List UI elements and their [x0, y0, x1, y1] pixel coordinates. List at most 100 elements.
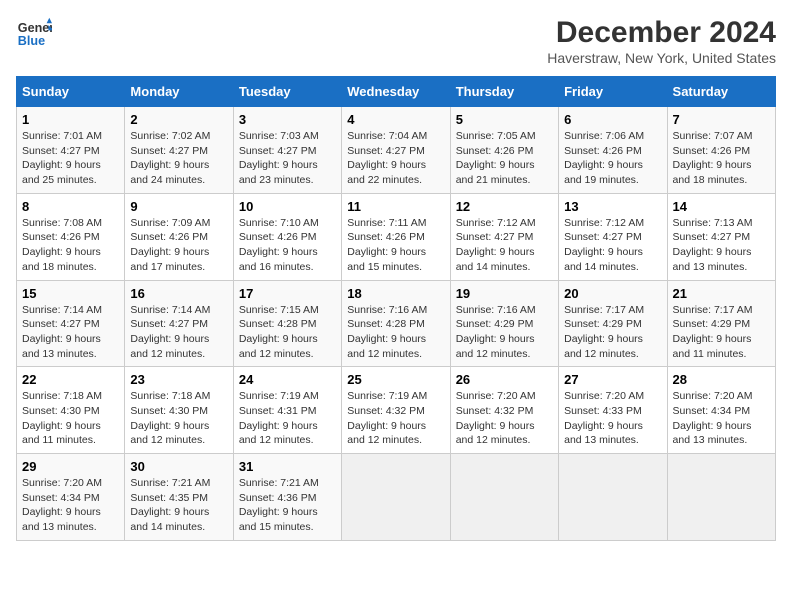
col-header-friday: Friday	[559, 77, 667, 107]
day-number: 22	[22, 372, 119, 387]
day-number: 31	[239, 459, 336, 474]
day-info: Sunrise: 7:12 AMSunset: 4:27 PMDaylight:…	[564, 217, 644, 273]
col-header-wednesday: Wednesday	[342, 77, 450, 107]
day-info: Sunrise: 7:17 AMSunset: 4:29 PMDaylight:…	[564, 304, 644, 360]
day-number: 25	[347, 372, 444, 387]
day-info: Sunrise: 7:16 AMSunset: 4:28 PMDaylight:…	[347, 304, 427, 360]
col-header-sunday: Sunday	[17, 77, 125, 107]
day-cell: 8 Sunrise: 7:08 AMSunset: 4:26 PMDaylight…	[17, 193, 125, 280]
day-number: 8	[22, 199, 119, 214]
day-cell: 5Sunrise: 7:05 AMSunset: 4:26 PMDaylight…	[450, 107, 558, 194]
day-cell: 28Sunrise: 7:20 AMSunset: 4:34 PMDayligh…	[667, 367, 775, 454]
day-info: Sunrise: 7:17 AMSunset: 4:29 PMDaylight:…	[673, 304, 753, 360]
week-row-5: 29Sunrise: 7:20 AMSunset: 4:34 PMDayligh…	[17, 454, 776, 541]
day-cell	[450, 454, 558, 541]
day-number: 19	[456, 286, 553, 301]
day-info: Sunrise: 7:16 AMSunset: 4:29 PMDaylight:…	[456, 304, 536, 360]
day-cell: 23 Sunrise: 7:18 AMSunset: 4:30 PMDayligh…	[125, 367, 233, 454]
header-row: SundayMondayTuesdayWednesdayThursdayFrid…	[17, 77, 776, 107]
logo-icon: General Blue	[16, 16, 52, 52]
day-number: 6	[564, 112, 661, 127]
day-number: 3	[239, 112, 336, 127]
day-info: Sunrise: 7:07 AMSunset: 4:26 PMDaylight:…	[673, 130, 753, 186]
day-number: 11	[347, 199, 444, 214]
day-number: 1	[22, 112, 119, 127]
week-row-4: 22 Sunrise: 7:18 AMSunset: 4:30 PMDayligh…	[17, 367, 776, 454]
day-info: Sunrise: 7:14 AMSunset: 4:27 PMDaylight:…	[130, 304, 210, 360]
day-cell	[667, 454, 775, 541]
title-area: December 2024 Haverstraw, New York, Unit…	[547, 16, 776, 66]
day-number: 12	[456, 199, 553, 214]
day-cell: 13 Sunrise: 7:12 AMSunset: 4:27 PMDayligh…	[559, 193, 667, 280]
day-number: 23	[130, 372, 227, 387]
day-info: Sunrise: 7:01 AMSunset: 4:27 PMDaylight:…	[22, 130, 102, 186]
day-cell: 12Sunrise: 7:12 AMSunset: 4:27 PMDayligh…	[450, 193, 558, 280]
day-info: Sunrise: 7:06 AMSunset: 4:26 PMDaylight:…	[564, 130, 644, 186]
day-cell: 16 Sunrise: 7:14 AMSunset: 4:27 PMDayligh…	[125, 280, 233, 367]
day-number: 27	[564, 372, 661, 387]
day-info: Sunrise: 7:19 AMSunset: 4:32 PMDaylight:…	[347, 390, 427, 446]
col-header-monday: Monday	[125, 77, 233, 107]
day-cell: 17Sunrise: 7:15 AMSunset: 4:28 PMDayligh…	[233, 280, 341, 367]
day-info: Sunrise: 7:08 AMSunset: 4:26 PMDaylight:…	[22, 217, 102, 273]
day-cell: 21 Sunrise: 7:17 AMSunset: 4:29 PMDayligh…	[667, 280, 775, 367]
col-header-tuesday: Tuesday	[233, 77, 341, 107]
day-info: Sunrise: 7:18 AMSunset: 4:30 PMDaylight:…	[22, 390, 102, 446]
col-header-saturday: Saturday	[667, 77, 775, 107]
day-info: Sunrise: 7:21 AMSunset: 4:35 PMDaylight:…	[130, 477, 210, 533]
day-cell: 19 Sunrise: 7:16 AMSunset: 4:29 PMDayligh…	[450, 280, 558, 367]
week-row-2: 8 Sunrise: 7:08 AMSunset: 4:26 PMDaylight…	[17, 193, 776, 280]
day-info: Sunrise: 7:04 AMSunset: 4:27 PMDaylight:…	[347, 130, 427, 186]
day-number: 15	[22, 286, 119, 301]
day-number: 30	[130, 459, 227, 474]
day-cell	[559, 454, 667, 541]
day-cell: 22 Sunrise: 7:18 AMSunset: 4:30 PMDayligh…	[17, 367, 125, 454]
day-cell: 24 Sunrise: 7:19 AMSunset: 4:31 PMDayligh…	[233, 367, 341, 454]
day-info: Sunrise: 7:20 AMSunset: 4:33 PMDaylight:…	[564, 390, 644, 446]
day-info: Sunrise: 7:20 AMSunset: 4:32 PMDaylight:…	[456, 390, 536, 446]
day-number: 10	[239, 199, 336, 214]
day-cell: 2 Sunrise: 7:02 AMSunset: 4:27 PMDaylight…	[125, 107, 233, 194]
day-cell: 20 Sunrise: 7:17 AMSunset: 4:29 PMDayligh…	[559, 280, 667, 367]
day-number: 16	[130, 286, 227, 301]
day-info: Sunrise: 7:11 AMSunset: 4:26 PMDaylight:…	[347, 217, 426, 273]
day-cell: 31Sunrise: 7:21 AMSunset: 4:36 PMDayligh…	[233, 454, 341, 541]
day-cell: 14Sunrise: 7:13 AMSunset: 4:27 PMDayligh…	[667, 193, 775, 280]
day-cell: 25 Sunrise: 7:19 AMSunset: 4:32 PMDayligh…	[342, 367, 450, 454]
day-info: Sunrise: 7:20 AMSunset: 4:34 PMDaylight:…	[673, 390, 753, 446]
day-number: 9	[130, 199, 227, 214]
day-number: 5	[456, 112, 553, 127]
day-number: 24	[239, 372, 336, 387]
day-cell: 6 Sunrise: 7:06 AMSunset: 4:26 PMDaylight…	[559, 107, 667, 194]
day-cell: 1 Sunrise: 7:01 AMSunset: 4:27 PMDaylight…	[17, 107, 125, 194]
day-info: Sunrise: 7:02 AMSunset: 4:27 PMDaylight:…	[130, 130, 210, 186]
day-number: 26	[456, 372, 553, 387]
day-info: Sunrise: 7:19 AMSunset: 4:31 PMDaylight:…	[239, 390, 319, 446]
day-info: Sunrise: 7:18 AMSunset: 4:30 PMDaylight:…	[130, 390, 210, 446]
week-row-1: 1 Sunrise: 7:01 AMSunset: 4:27 PMDaylight…	[17, 107, 776, 194]
day-number: 2	[130, 112, 227, 127]
calendar-table: SundayMondayTuesdayWednesdayThursdayFrid…	[16, 76, 776, 541]
day-cell: 30 Sunrise: 7:21 AMSunset: 4:35 PMDayligh…	[125, 454, 233, 541]
svg-text:Blue: Blue	[18, 34, 45, 48]
day-cell: 10 Sunrise: 7:10 AMSunset: 4:26 PMDayligh…	[233, 193, 341, 280]
day-number: 29	[22, 459, 119, 474]
day-cell: 18 Sunrise: 7:16 AMSunset: 4:28 PMDayligh…	[342, 280, 450, 367]
day-cell: 7Sunrise: 7:07 AMSunset: 4:26 PMDaylight…	[667, 107, 775, 194]
day-cell: 26 Sunrise: 7:20 AMSunset: 4:32 PMDayligh…	[450, 367, 558, 454]
day-number: 21	[673, 286, 770, 301]
day-number: 14	[673, 199, 770, 214]
day-number: 20	[564, 286, 661, 301]
day-number: 18	[347, 286, 444, 301]
day-cell: 15 Sunrise: 7:14 AMSunset: 4:27 PMDayligh…	[17, 280, 125, 367]
day-cell: 29Sunrise: 7:20 AMSunset: 4:34 PMDayligh…	[17, 454, 125, 541]
day-info: Sunrise: 7:09 AMSunset: 4:26 PMDaylight:…	[130, 217, 210, 273]
day-number: 13	[564, 199, 661, 214]
subtitle: Haverstraw, New York, United States	[547, 50, 776, 66]
day-info: Sunrise: 7:14 AMSunset: 4:27 PMDaylight:…	[22, 304, 102, 360]
day-cell: 4Sunrise: 7:04 AMSunset: 4:27 PMDaylight…	[342, 107, 450, 194]
day-cell: 3Sunrise: 7:03 AMSunset: 4:27 PMDaylight…	[233, 107, 341, 194]
header: General Blue December 2024 Haverstraw, N…	[16, 16, 776, 66]
day-info: Sunrise: 7:10 AMSunset: 4:26 PMDaylight:…	[239, 217, 319, 273]
day-cell: 11 Sunrise: 7:11 AMSunset: 4:26 PMDayligh…	[342, 193, 450, 280]
